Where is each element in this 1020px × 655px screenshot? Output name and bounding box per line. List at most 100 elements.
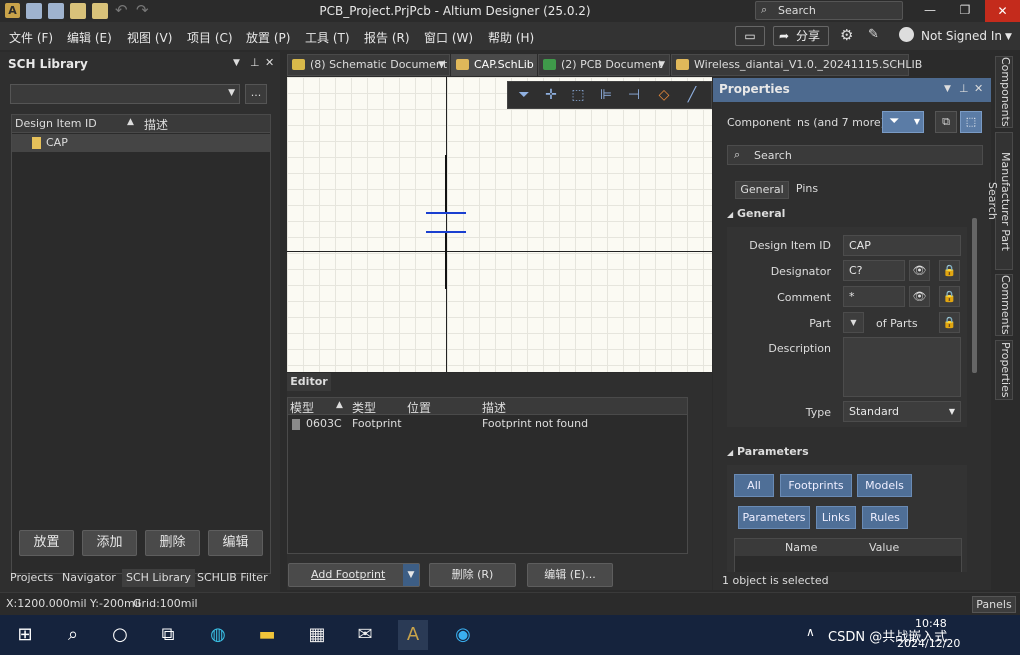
user-label[interactable]: Not Signed In [921, 29, 1002, 43]
settings-gear-icon[interactable]: ⚙ [840, 26, 853, 44]
param-all-button[interactable]: All [734, 474, 774, 497]
align-icon[interactable]: ⊫ [598, 87, 614, 103]
col-design-item-id[interactable]: Design Item ID [15, 117, 97, 130]
menu-tools[interactable]: 工具 (T) [305, 29, 350, 46]
minimize-button[interactable]: — [915, 3, 945, 17]
cortana-icon[interactable]: ○ [105, 620, 135, 650]
side-tab-comments[interactable]: Comments [995, 274, 1013, 336]
col-model[interactable]: 模型 [290, 399, 314, 416]
user-dropdown-icon[interactable]: ▼ [1005, 32, 1012, 42]
tab-pins[interactable]: Pins [790, 181, 824, 199]
tab-projects[interactable]: Projects [10, 569, 53, 587]
user-avatar-icon[interactable] [899, 27, 914, 42]
panel-close-icon[interactable]: ✕ [974, 82, 983, 95]
param-models-button[interactable]: Models [857, 474, 912, 497]
filter-icon[interactable]: ⏷ [516, 87, 532, 103]
editor-tab[interactable]: Editor [287, 373, 331, 391]
chevron-down-icon[interactable]: ▼ [403, 564, 419, 586]
task-view-icon[interactable]: ⧉ [153, 620, 183, 650]
scrollbar[interactable] [972, 218, 977, 373]
menu-reports[interactable]: 报告 (R) [364, 29, 410, 46]
param-rules-button[interactable]: Rules [862, 506, 908, 529]
file-explorer-icon[interactable]: ▬ [252, 620, 282, 650]
tray-chevron-icon[interactable]: ∧ [806, 625, 815, 639]
pin-icon[interactable]: ⊥ [959, 82, 969, 95]
select-icon[interactable]: ⬚ [570, 87, 586, 103]
share-button[interactable]: ➦ 分享 [773, 26, 829, 46]
menu-project[interactable]: 项目 (C) [187, 29, 233, 46]
col-description[interactable]: 描述 [482, 399, 506, 416]
col-value[interactable]: Value [869, 541, 899, 554]
table-row[interactable]: 0603C Footprint Footprint not found [288, 416, 687, 433]
tab-sch-library[interactable]: SCH Library [122, 569, 195, 587]
notifications-icon[interactable]: ▭ [735, 26, 765, 46]
designator-field[interactable]: C? [843, 260, 905, 281]
side-tab-manufacturer-part-search[interactable]: Manufacturer Part Search [986, 132, 1013, 270]
panels-button[interactable]: Panels [972, 596, 1016, 613]
more-button[interactable]: ... [245, 84, 267, 104]
menu-place[interactable]: 放置 (P) [246, 29, 290, 46]
menu-help[interactable]: 帮助 (H) [488, 29, 534, 46]
lock-icon[interactable]: 🔒 [939, 312, 960, 333]
lock-icon[interactable]: 🔒 [939, 260, 960, 281]
lock-icon[interactable]: 🔒 [939, 286, 960, 307]
windows-start-icon[interactable]: ⊞ [10, 620, 40, 650]
tab-navigator[interactable]: Navigator [62, 569, 116, 587]
filter-button[interactable]: ⏷ ▼ [882, 111, 924, 133]
add-footprint-button[interactable]: Add Footprint ▼ [288, 563, 420, 587]
tab-pcb-document[interactable]: (2) PCB Document ▼ [538, 54, 670, 76]
panel-menu-icon[interactable]: ▼ [944, 84, 951, 94]
tools-icon[interactable]: ✎ [868, 27, 879, 42]
store-icon[interactable]: ▦ [302, 620, 332, 650]
app-taskbar-icon[interactable]: ◉ [448, 620, 478, 650]
side-tab-properties[interactable]: Properties [995, 340, 1013, 400]
tab-schlib-filter[interactable]: SCHLIB Filter [197, 569, 268, 587]
capacitor-top-lead[interactable] [445, 155, 447, 212]
select-mode-icon[interactable]: ⬚ [960, 111, 982, 133]
menu-view[interactable]: 视图 (V) [127, 29, 172, 46]
tab-general[interactable]: General [735, 181, 789, 199]
param-links-button[interactable]: Links [816, 506, 856, 529]
col-type[interactable]: 类型 [352, 399, 376, 416]
part-dropdown[interactable]: ▼ [843, 312, 864, 333]
delete-button[interactable]: 删除 [145, 530, 200, 556]
type-select[interactable]: Standard ▼ [843, 401, 961, 422]
menu-edit[interactable]: 编辑 (E) [67, 29, 112, 46]
edge-browser-icon[interactable]: ◍ [203, 620, 233, 650]
list-item[interactable]: CAP [12, 134, 270, 152]
col-description[interactable]: 描述 [144, 116, 168, 133]
tab-wireless-schlib[interactable]: Wireless_diantai_V1.0._20241115.SCHLIB [671, 54, 922, 76]
eye-icon[interactable]: 👁 [909, 286, 930, 307]
global-search-input[interactable]: ⌕ Search [755, 1, 903, 20]
edit-model-button[interactable]: 编辑 (E)... [527, 563, 613, 587]
place-button[interactable]: 放置 [19, 530, 74, 556]
param-footprints-button[interactable]: Footprints [780, 474, 852, 497]
section-general-header[interactable]: ◢ General [727, 207, 967, 225]
eraser-icon[interactable]: ◇ [656, 87, 672, 103]
col-location[interactable]: 位置 [407, 399, 431, 416]
pin-icon[interactable]: ⊥ [250, 56, 260, 69]
param-parameters-button[interactable]: Parameters [738, 506, 810, 529]
place-pin-icon[interactable]: ⊣ [626, 87, 642, 103]
edit-button[interactable]: 编辑 [208, 530, 263, 556]
add-button[interactable]: 添加 [82, 530, 137, 556]
line-icon[interactable]: ╱ [684, 87, 700, 103]
mail-icon[interactable]: ✉ [350, 620, 380, 650]
comment-field[interactable]: * [843, 286, 905, 307]
col-name[interactable]: Name [785, 541, 817, 554]
tab-cap-schlib[interactable]: CAP.SchLib [451, 54, 537, 76]
delete-model-button[interactable]: 删除 (R) [429, 563, 516, 587]
search-icon[interactable]: ⌕ [58, 620, 88, 650]
tab-schematic-document[interactable]: (8) Schematic Document ▼ [287, 54, 450, 76]
capacitor-bottom-lead[interactable] [445, 233, 447, 289]
capacitor-plate-top[interactable] [426, 212, 466, 214]
close-button[interactable]: ✕ [985, 0, 1020, 22]
side-tab-components[interactable]: Components [995, 56, 1013, 128]
altium-taskbar-icon[interactable]: A [398, 620, 428, 650]
filter-dropdown[interactable]: ▼ [10, 84, 240, 104]
description-field[interactable] [843, 337, 961, 397]
eye-icon[interactable]: 👁 [909, 260, 930, 281]
menu-file[interactable]: 文件 (F) [9, 29, 53, 46]
properties-search-input[interactable]: ⌕ Search [727, 145, 983, 165]
design-item-id-field[interactable]: CAP [843, 235, 961, 256]
